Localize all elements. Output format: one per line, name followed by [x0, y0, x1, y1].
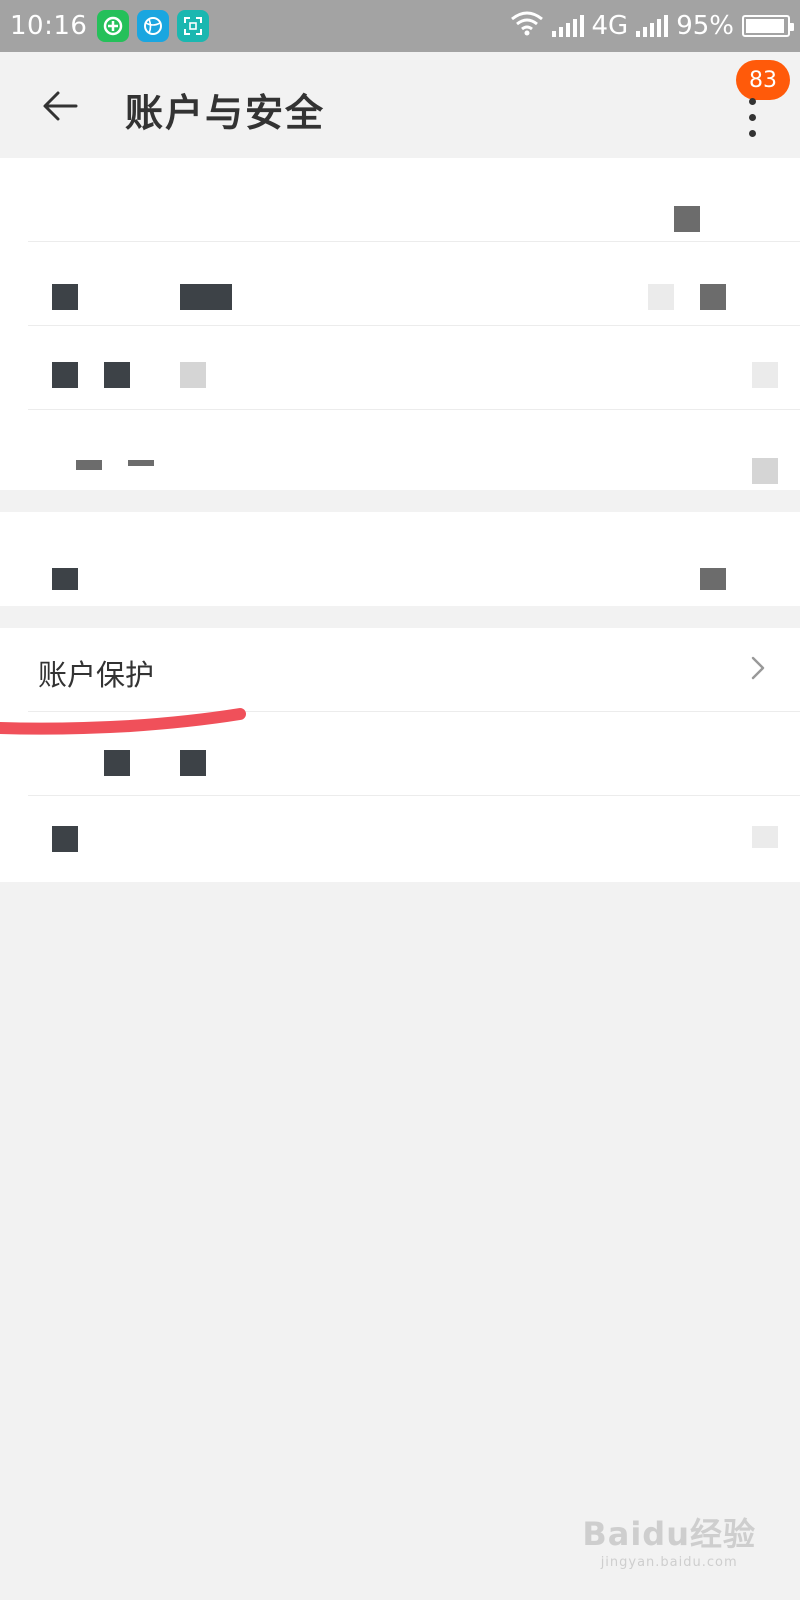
baidu-jingyan-watermark: Baidu经验 jingyan.baidu.com	[582, 1509, 756, 1570]
notification-badge: 83	[736, 60, 790, 100]
settings-group-1	[0, 158, 800, 490]
redacted-block	[648, 284, 674, 310]
redacted-block	[700, 284, 726, 310]
status-time: 10:16	[10, 11, 88, 41]
watermark-brand: Baidu经验	[582, 1515, 756, 1553]
redacted-block	[674, 206, 700, 232]
list-item-redacted-5[interactable]	[28, 512, 800, 606]
app-header: 账户与安全 83	[0, 52, 800, 158]
back-button[interactable]	[32, 78, 88, 134]
network-type: 4G	[591, 11, 629, 41]
page-title: 账户与安全	[125, 91, 326, 135]
redacted-block	[52, 284, 78, 310]
redacted-block	[128, 460, 154, 466]
redacted-block	[752, 826, 778, 848]
redacted-block	[180, 362, 206, 388]
list-item-account-protection[interactable]: 账户保护	[28, 628, 800, 712]
list-item-redacted-6[interactable]	[28, 712, 800, 796]
scan-app-icon	[177, 10, 210, 42]
green-app-icon	[97, 10, 130, 42]
signal-icon	[551, 15, 584, 37]
wifi-icon	[510, 10, 544, 43]
redacted-block	[76, 460, 102, 470]
watermark-url: jingyan.baidu.com	[600, 1555, 738, 1570]
status-bar: 10:16 4G 95%	[0, 0, 800, 52]
list-item-redacted-2[interactable]	[28, 242, 800, 326]
more-vertical-icon[interactable]	[740, 98, 764, 138]
chevron-right-icon	[751, 656, 765, 680]
redacted-block	[104, 362, 130, 388]
list-item-redacted-3[interactable]	[28, 326, 800, 410]
redacted-block	[104, 750, 130, 776]
redacted-block	[180, 284, 232, 310]
back-arrow-icon	[43, 91, 78, 121]
settings-group-2	[0, 512, 800, 606]
settings-group-3: 账户保护	[0, 628, 800, 882]
battery-percent: 95%	[676, 11, 734, 41]
redacted-block	[700, 568, 726, 590]
redacted-block	[180, 750, 206, 776]
list-item-redacted-1[interactable]	[28, 158, 800, 242]
signal-icon-2	[636, 15, 669, 37]
status-right-group: 4G 95%	[510, 10, 794, 43]
redacted-block	[752, 362, 778, 388]
redacted-block	[52, 568, 78, 590]
redacted-block	[752, 458, 778, 484]
battery-icon	[742, 15, 794, 37]
basketball-app-icon	[137, 10, 170, 42]
redacted-block	[52, 362, 78, 388]
redacted-block	[52, 826, 78, 852]
account-protection-label: 账户保护	[38, 658, 155, 692]
list-item-redacted-4[interactable]	[28, 410, 800, 494]
list-item-redacted-7[interactable]	[28, 796, 800, 880]
